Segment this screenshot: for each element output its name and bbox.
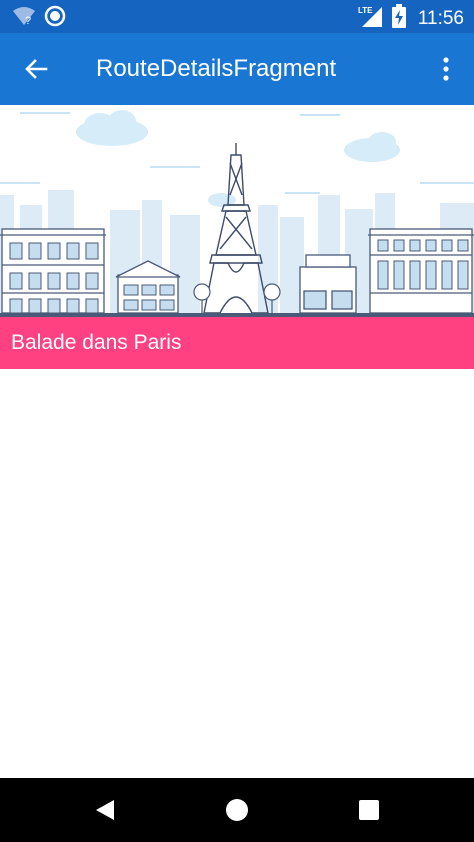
lte-signal-icon: LTE xyxy=(358,4,384,33)
sync-icon xyxy=(44,5,66,32)
status-time: 11:56 xyxy=(417,7,464,29)
home-circle-icon[interactable] xyxy=(223,796,251,824)
more-vert-icon[interactable] xyxy=(434,55,458,83)
status-bar: ? LTE 11:56 xyxy=(0,0,474,33)
svg-text:LTE: LTE xyxy=(358,6,373,15)
route-hero-image xyxy=(0,105,474,317)
recents-square-icon[interactable] xyxy=(355,796,383,824)
system-nav-bar xyxy=(0,778,474,842)
svg-text:?: ? xyxy=(25,15,31,27)
battery-charging-icon xyxy=(391,4,406,33)
route-title-banner: Balade dans Paris xyxy=(0,317,474,369)
route-name: Balade dans Paris xyxy=(11,331,182,354)
app-bar: RouteDetailsFragment xyxy=(0,33,474,105)
back-triangle-icon[interactable] xyxy=(92,796,120,824)
wifi-unknown-icon: ? xyxy=(12,5,36,32)
arrow-back-icon[interactable] xyxy=(20,53,52,85)
page-title: RouteDetailsFragment xyxy=(96,55,337,82)
